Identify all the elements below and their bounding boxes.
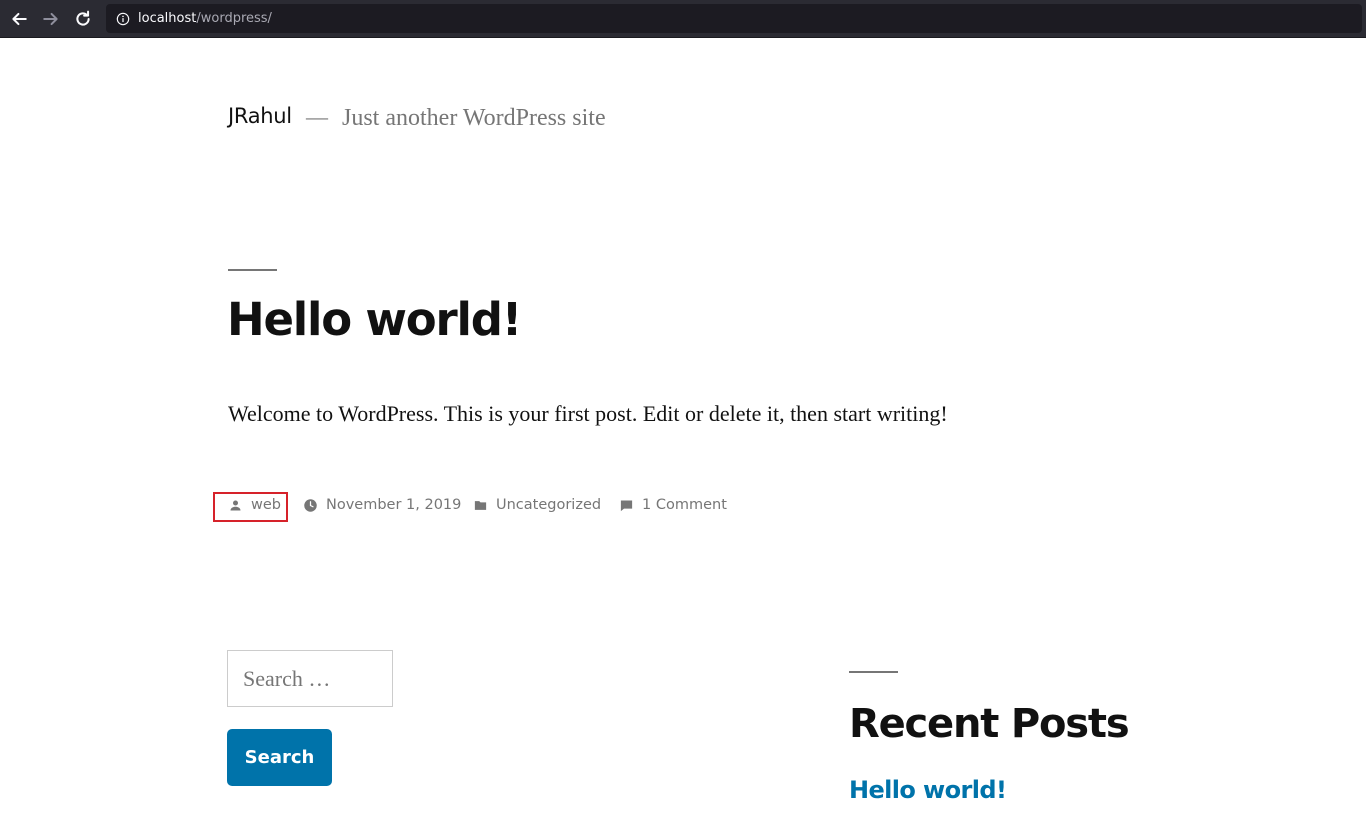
url-host: localhost (138, 11, 197, 26)
reload-button[interactable] (71, 7, 95, 31)
recent-posts-title: Recent Posts (849, 701, 1130, 747)
site-title-link[interactable]: JRahul (228, 104, 292, 128)
clock-icon (304, 498, 317, 512)
recent-post-link[interactable]: Hello world! (849, 776, 1007, 804)
comments-link[interactable]: 1 Comment (642, 497, 727, 513)
reload-icon (76, 10, 90, 26)
post-category: Uncategorized (473, 494, 601, 516)
info-icon[interactable] (116, 12, 130, 26)
author-highlight-box (213, 492, 288, 522)
folder-icon (474, 500, 487, 510)
url-text: localhost/wordpress/ (138, 11, 272, 26)
post-comments: 1 Comment (619, 494, 727, 516)
site-title-separator: — (306, 104, 328, 129)
category-link[interactable]: Uncategorized (496, 497, 601, 513)
widget-divider (849, 671, 898, 673)
arrow-left-icon (12, 12, 27, 26)
post-content: Welcome to WordPress. This is your first… (228, 401, 948, 426)
comment-icon (620, 500, 633, 511)
post-title-link[interactable]: Hello world! (227, 293, 522, 347)
browser-toolbar: localhost/wordpress/ (0, 0, 1366, 38)
address-bar[interactable]: localhost/wordpress/ (106, 4, 1362, 33)
post-date: November 1, 2019 (303, 494, 461, 516)
back-button[interactable] (7, 7, 31, 31)
site-description: Just another WordPress site (342, 105, 606, 131)
search-input[interactable] (227, 650, 393, 707)
forward-button[interactable] (39, 7, 63, 31)
arrow-right-icon (43, 12, 58, 26)
url-path: /wordpress/ (196, 11, 272, 26)
search-button[interactable]: Search (227, 729, 332, 786)
date-link[interactable]: November 1, 2019 (326, 497, 461, 513)
post-divider (228, 269, 277, 271)
